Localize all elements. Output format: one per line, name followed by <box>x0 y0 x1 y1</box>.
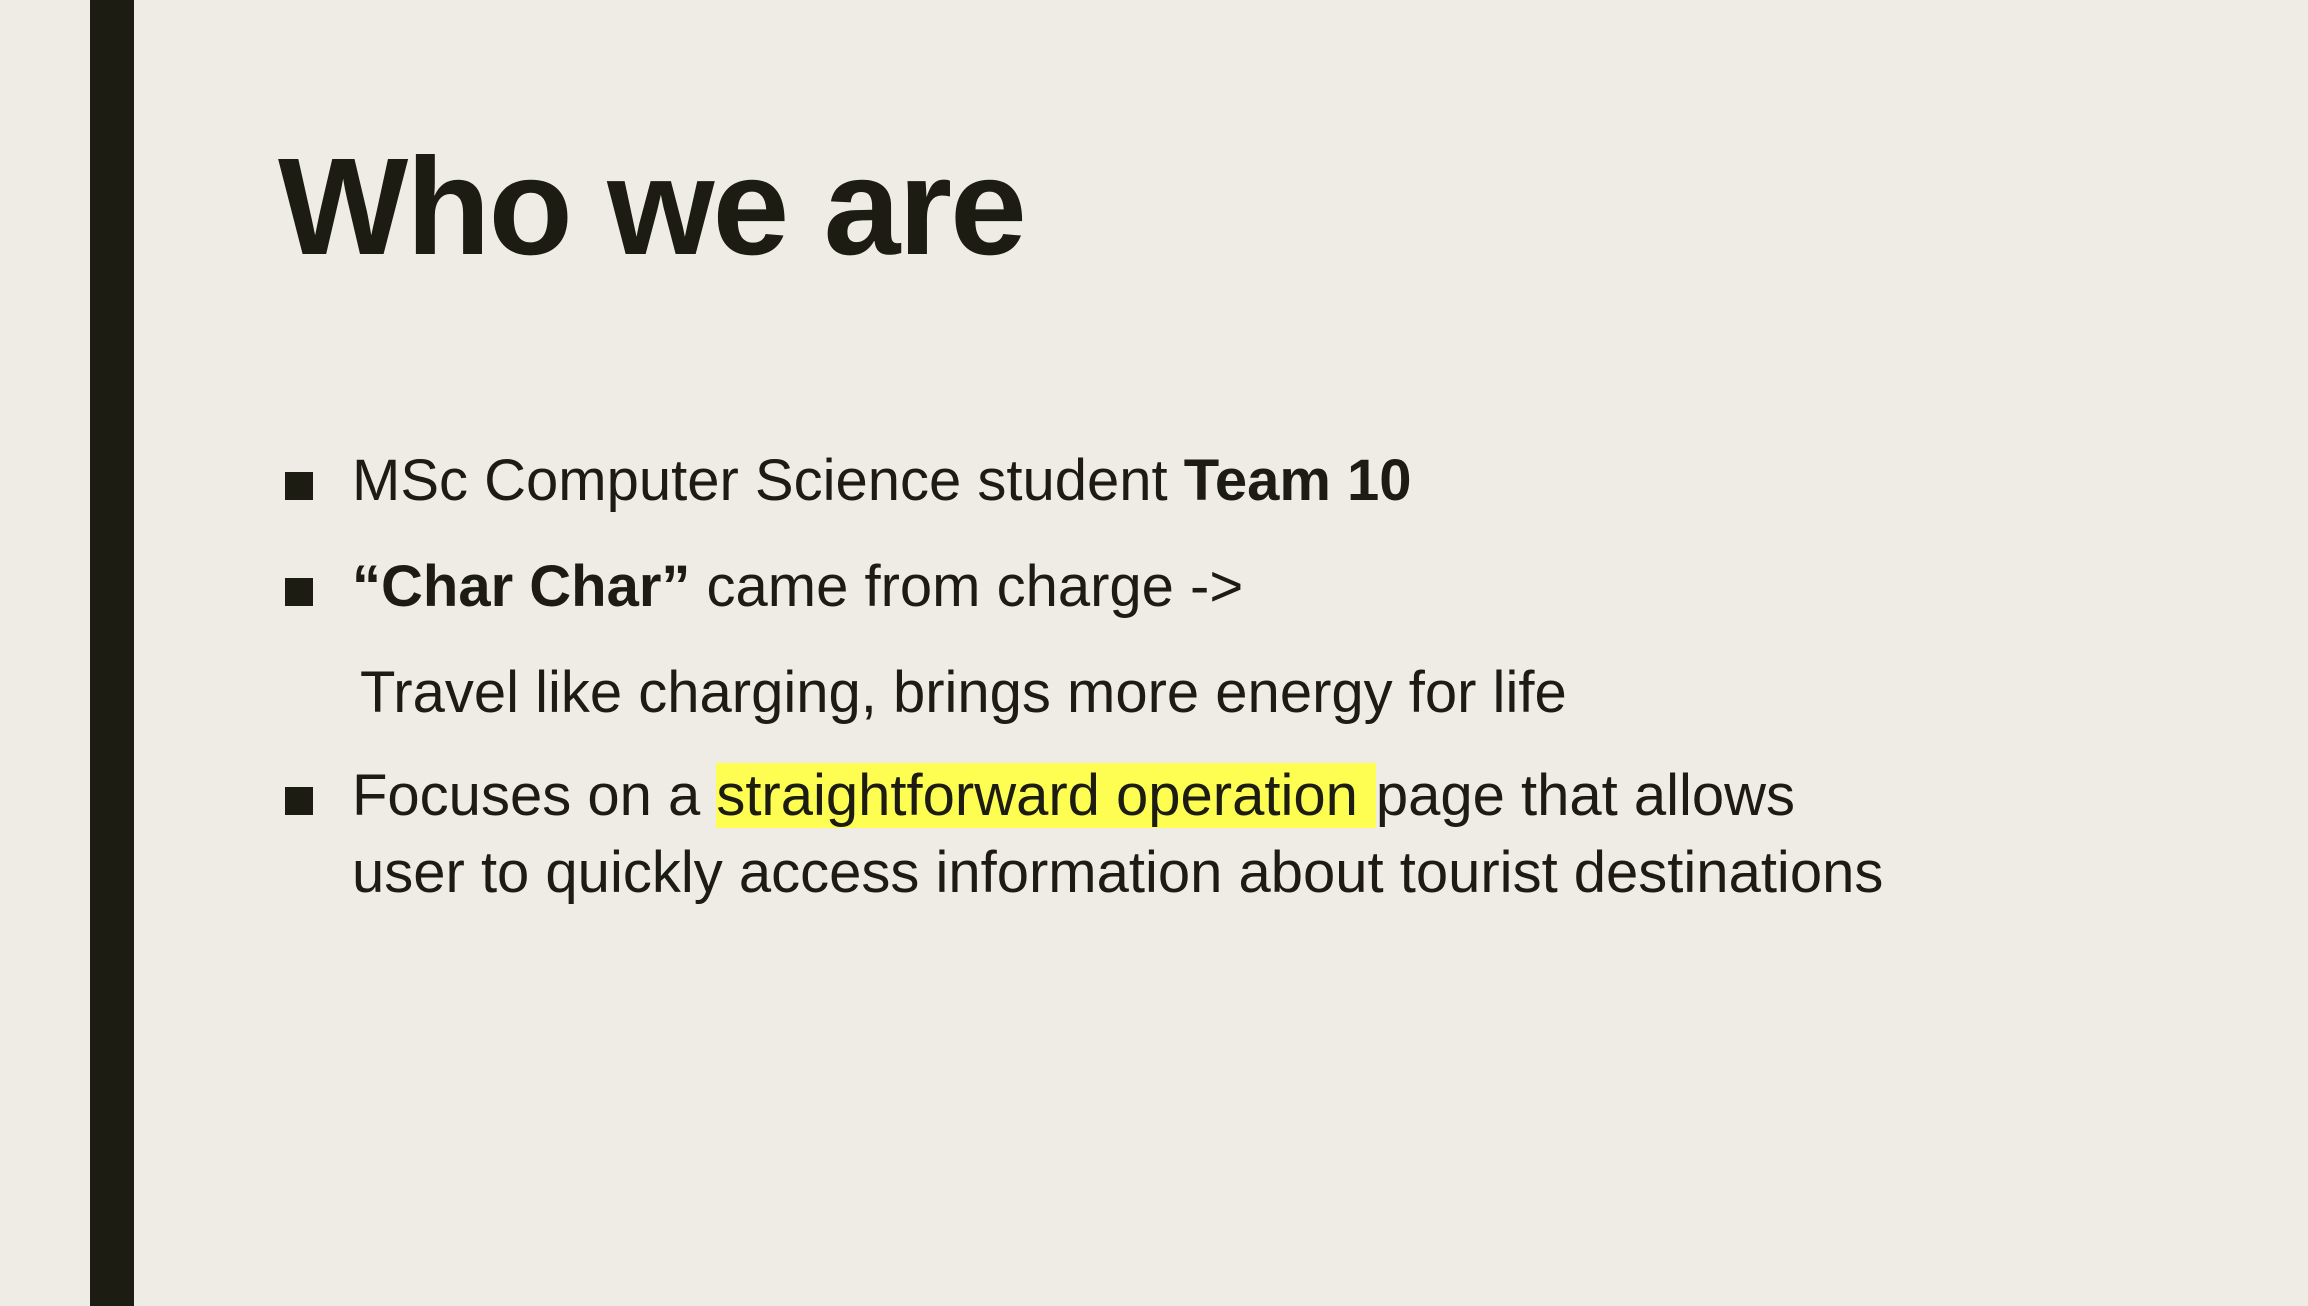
square-bullet-icon <box>285 578 313 606</box>
bullet-list: MSc Computer Science student Team 10 “Ch… <box>0 0 2308 1306</box>
bullet-3-suffix: page that allows <box>1375 763 1796 828</box>
bullet-3-prefix: Focuses on a <box>352 763 717 828</box>
bullet-1-bold: Team 10 <box>1183 448 1412 513</box>
square-bullet-icon <box>285 787 313 815</box>
bullet-2-continuation: Travel like charging, brings more energy… <box>360 660 1567 725</box>
bullet-1-text: MSc Computer Science student <box>352 448 1184 513</box>
bullet-3: Focuses on a straightforward operation pa… <box>352 763 1795 828</box>
bullet-2: “Char Char” came from charge -> <box>352 558 1243 616</box>
bullet-2-text: came from charge -> <box>690 554 1244 619</box>
square-bullet-icon <box>285 472 313 500</box>
bullet-3-continuation: user to quickly access information about… <box>352 840 1884 905</box>
bullet-2-bold: “Char Char” <box>352 554 691 619</box>
bullet-1: MSc Computer Science student Team 10 <box>352 452 1412 510</box>
highlighted-text: straightforward operation <box>716 763 1376 828</box>
